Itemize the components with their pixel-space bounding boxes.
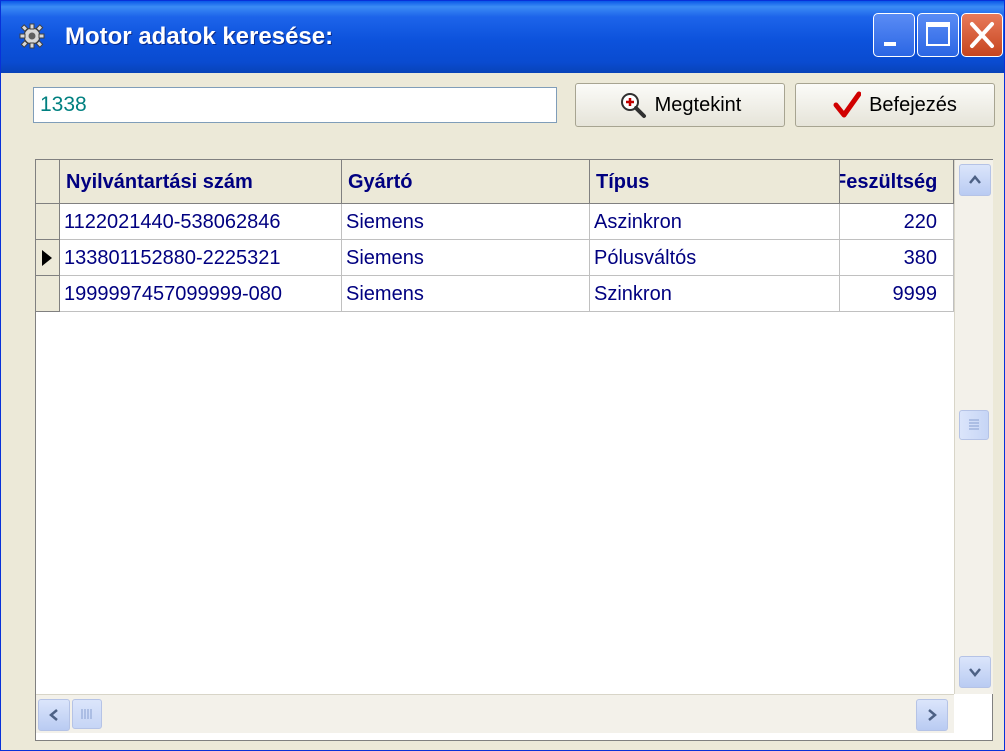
magnifier-plus-icon bbox=[620, 93, 646, 118]
scroll-right-button[interactable] bbox=[916, 699, 948, 731]
close-button[interactable] bbox=[961, 13, 1003, 57]
row-indicator[interactable] bbox=[36, 276, 60, 312]
scroll-down-button[interactable] bbox=[959, 656, 991, 688]
cell-voltage[interactable]: 380 bbox=[840, 240, 954, 276]
app-window: Motor adatok keresése: Meg bbox=[0, 0, 1005, 751]
vertical-scroll-thumb[interactable] bbox=[959, 410, 989, 440]
chevron-up-icon bbox=[969, 175, 981, 184]
cell-type[interactable]: Pólusváltós bbox=[590, 240, 840, 276]
grip-icon bbox=[81, 709, 92, 719]
finish-button[interactable]: Befejezés bbox=[795, 83, 995, 127]
scroll-up-button[interactable] bbox=[959, 164, 991, 196]
cell-registration-number[interactable]: 1999997457099999-080 bbox=[60, 276, 342, 312]
results-grid[interactable]: Nyilvántartási szám Gyártó Típus Feszült… bbox=[35, 159, 993, 741]
horizontal-scrollbar[interactable] bbox=[36, 694, 954, 733]
finish-button-label: Befejezés bbox=[869, 93, 957, 116]
minimize-icon bbox=[884, 42, 896, 46]
maximize-button[interactable] bbox=[917, 13, 959, 57]
cell-manufacturer[interactable]: Siemens bbox=[342, 240, 590, 276]
close-icon bbox=[970, 22, 994, 48]
cell-registration-number[interactable]: 1122021440-538062846 bbox=[60, 204, 342, 240]
grid-corner bbox=[36, 160, 60, 204]
scroll-left-button[interactable] bbox=[38, 699, 70, 731]
window-title: Motor adatok keresése: bbox=[65, 23, 334, 50]
row-indicator[interactable] bbox=[36, 204, 60, 240]
cell-type[interactable]: Szinkron bbox=[590, 276, 840, 312]
cell-manufacturer[interactable]: Siemens bbox=[342, 204, 590, 240]
gear-icon bbox=[19, 23, 45, 49]
cell-manufacturer[interactable]: Siemens bbox=[342, 276, 590, 312]
minimize-button[interactable] bbox=[873, 13, 915, 57]
window-client-area: Megtekint Befejezés Nyilvántartási szám … bbox=[5, 73, 1000, 746]
row-indicator-current[interactable] bbox=[36, 240, 60, 276]
search-input[interactable] bbox=[33, 87, 557, 123]
maximize-icon bbox=[926, 22, 950, 46]
cell-voltage[interactable]: 220 bbox=[840, 204, 954, 240]
column-header-registration-number[interactable]: Nyilvántartási szám bbox=[60, 160, 342, 204]
checkmark-icon bbox=[833, 91, 862, 118]
cell-voltage[interactable]: 9999 bbox=[840, 276, 954, 312]
current-row-arrow-icon bbox=[42, 250, 52, 266]
column-header-type[interactable]: Típus bbox=[590, 160, 840, 204]
cell-registration-number[interactable]: 133801152880-2225321 bbox=[60, 240, 342, 276]
column-header-voltage[interactable]: Feszültség bbox=[840, 160, 954, 204]
chevron-down-icon bbox=[969, 668, 981, 677]
chevron-right-icon bbox=[928, 709, 937, 721]
vertical-scrollbar[interactable] bbox=[954, 160, 993, 694]
column-header-manufacturer[interactable]: Gyártó bbox=[342, 160, 590, 204]
grip-icon bbox=[969, 419, 979, 430]
title-bar[interactable]: Motor adatok keresése: bbox=[1, 1, 1004, 73]
view-button[interactable]: Megtekint bbox=[575, 83, 785, 127]
cell-type[interactable]: Aszinkron bbox=[590, 204, 840, 240]
horizontal-scroll-thumb[interactable] bbox=[72, 699, 102, 729]
chevron-left-icon bbox=[49, 709, 58, 721]
view-button-label: Megtekint bbox=[654, 93, 742, 116]
